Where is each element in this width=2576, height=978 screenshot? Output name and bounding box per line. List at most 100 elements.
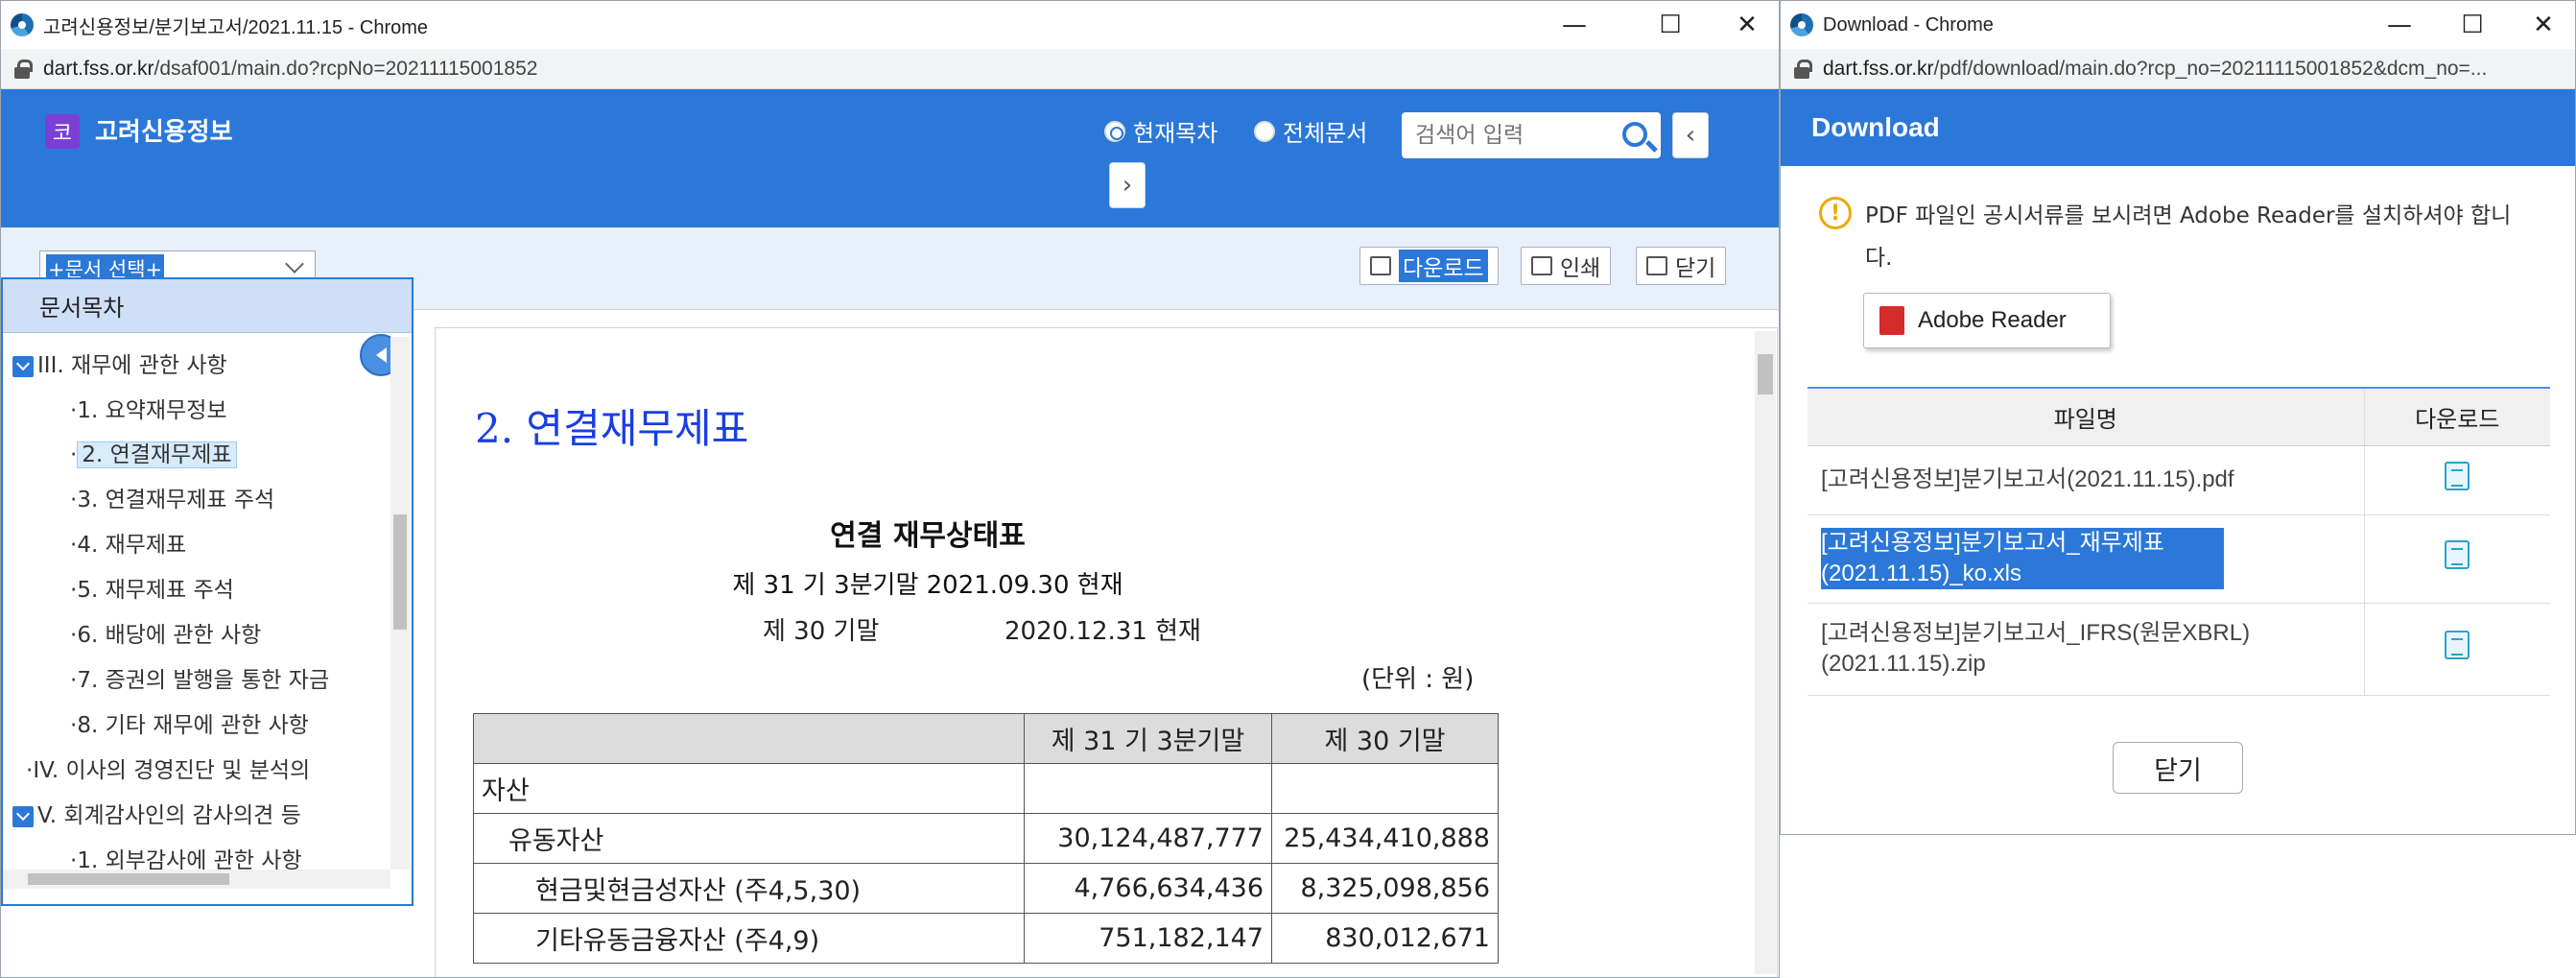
toc-panel: 문서목차 III. 재무에 관한 사항 ·1. 요약재무정보 · 2. 연결재무제… xyxy=(1,277,414,906)
toc-horizontal-scrollbar[interactable] xyxy=(3,870,390,889)
minimize-button[interactable]: — xyxy=(1541,1,1608,49)
adobe-notice: PDF 파일인 공시서류를 보시려면 Adobe Reader를 설치하셔야 합… xyxy=(1865,203,2512,271)
file-download-cell[interactable] xyxy=(2363,603,2550,696)
toc-item[interactable]: ·6. 배당에 관한 사항 xyxy=(70,616,261,649)
lock-icon xyxy=(1794,59,1812,79)
scroll-thumb[interactable] xyxy=(28,873,229,885)
radio-current-toc[interactable]: 현재목차 xyxy=(1104,114,1217,148)
toc-tree[interactable]: III. 재무에 관한 사항 ·1. 요약재무정보 · 2. 연결재무제표 ·3.… xyxy=(3,337,389,870)
close-button[interactable]: 닫기 xyxy=(2113,742,2243,794)
close-window-button[interactable]: ✕ xyxy=(2510,1,2575,49)
adobe-reader-button[interactable]: Adobe Reader xyxy=(1863,293,2111,348)
file-download-cell[interactable] xyxy=(2363,445,2550,515)
download-heading: Download xyxy=(1781,89,2575,166)
adobe-reader-label: Adobe Reader xyxy=(1918,307,2067,333)
radio-selected-icon[interactable] xyxy=(1104,120,1125,142)
minimize-button[interactable]: — xyxy=(2366,1,2433,49)
warning-icon: ! xyxy=(1819,197,1852,229)
address-bar[interactable]: dart.fss.or.kr/dsaf001/main.do?rcpNo=202… xyxy=(1,49,1779,89)
expand-icon[interactable] xyxy=(12,805,34,827)
row-label: 기타유동금융자산 (주4,9) xyxy=(473,913,1025,964)
download-header: 다운로드 xyxy=(2363,387,2550,446)
table-row: [고려신용정보]분기보고서_재무제표(2021.11.15)_ko.xls xyxy=(1808,514,2550,604)
toc-item[interactable]: ·7. 증권의 발행을 통한 자금 xyxy=(70,661,329,694)
toc-item[interactable]: ·8. 기타 재무에 관한 사항 xyxy=(70,706,309,739)
unit-label: (단위 : 원) xyxy=(1361,665,1475,694)
file-download-cell[interactable] xyxy=(2363,514,2550,604)
address-bar[interactable]: dart.fss.or.kr/pdf/download/main.do?rcp_… xyxy=(1781,49,2575,89)
table-header-row: 파일명 다운로드 xyxy=(1808,387,2550,446)
search-input[interactable] xyxy=(1415,123,1607,148)
header-cell xyxy=(473,713,1025,764)
table-header-row: 제 31 기 3분기말 제 30 기말 xyxy=(473,713,1499,764)
download-icon[interactable] xyxy=(2445,539,2470,569)
chevron-down-icon xyxy=(285,254,304,274)
header-cell: 제 30 기말 xyxy=(1271,713,1499,764)
site-logo[interactable]: 코 xyxy=(45,114,80,149)
row-label: 유동자산 xyxy=(473,813,1025,864)
toc-item[interactable]: ·5. 재무제표 주석 xyxy=(70,571,234,604)
printer-icon xyxy=(1531,256,1552,275)
value-cell: 4,766,634,436 xyxy=(1024,863,1272,914)
statement-title: 연결 재무상태표 xyxy=(830,519,1026,553)
print-label: 인쇄 xyxy=(1560,256,1601,281)
download-label: 다운로드 xyxy=(1399,250,1488,282)
document-scrollbar[interactable] xyxy=(1755,331,1776,974)
print-button[interactable]: 인쇄 xyxy=(1521,247,1612,285)
chrome-icon xyxy=(1790,13,1813,36)
file-link[interactable]: [고려신용정보]분기보고서_IFRS(원문XBRL)(2021.11.15).z… xyxy=(1808,603,2364,696)
header-cell: 제 31 기 3분기말 xyxy=(1024,713,1272,764)
prev-button[interactable]: ‹ xyxy=(1672,112,1709,158)
scroll-thumb[interactable] xyxy=(1758,354,1773,394)
scroll-thumb[interactable] xyxy=(393,514,407,630)
value-cell: 25,434,410,888 xyxy=(1271,813,1499,864)
table-row: [고려신용정보]분기보고서_IFRS(원문XBRL)(2021.11.15).z… xyxy=(1808,603,2550,696)
maximize-button[interactable]: ☐ xyxy=(1637,1,1704,49)
url-host: dart.fss.or.kr xyxy=(1823,57,1934,80)
download-icon[interactable] xyxy=(2445,630,2470,659)
period-prior-label: 제 30 기말 xyxy=(763,617,880,646)
file-table: 파일명 다운로드 [고려신용정보]분기보고서(2021.11.15).pdf [… xyxy=(1808,387,2550,696)
radio-all-docs[interactable]: 전체문서 xyxy=(1254,114,1367,148)
next-button[interactable]: › xyxy=(1109,162,1146,208)
download-button[interactable]: 다운로드 xyxy=(1359,247,1499,285)
toc-item-audit[interactable]: V. 회계감사인의 감사의견 등 xyxy=(12,797,301,829)
monitor-icon xyxy=(1370,256,1391,275)
url-path: /dsaf001/main.do?rcpNo=20211115001852 xyxy=(154,57,538,80)
value-cell: 8,325,098,856 xyxy=(1271,863,1499,914)
file-link-text[interactable]: [고려신용정보]분기보고서_IFRS(원문XBRL)(2021.11.15).z… xyxy=(1821,618,2281,680)
value-cell xyxy=(1271,763,1499,814)
company-name: 고려신용정보 xyxy=(95,118,233,147)
search-box[interactable] xyxy=(1402,112,1661,158)
chrome-icon xyxy=(11,13,34,36)
radio-unselected-icon[interactable] xyxy=(1254,120,1275,142)
file-link[interactable]: [고려신용정보]분기보고서(2021.11.15).pdf xyxy=(1808,445,2364,515)
download-icon[interactable] xyxy=(2445,461,2470,490)
window-title: 고려신용정보/분기보고서/2021.11.15 - Chrome xyxy=(43,16,429,38)
toc-item-finance[interactable]: III. 재무에 관한 사항 xyxy=(12,346,227,379)
balance-sheet-table: 제 31 기 3분기말 제 30 기말 자산 유동자산 30,124,487,7… xyxy=(473,713,1499,964)
window-title: Download - Chrome xyxy=(1823,13,1994,36)
toc-vertical-scrollbar[interactable] xyxy=(390,337,410,870)
expand-icon[interactable] xyxy=(12,355,34,377)
file-link[interactable]: [고려신용정보]분기보고서_재무제표(2021.11.15)_ko.xls xyxy=(1808,514,2364,604)
download-window: Download - Chrome — ☐ ✕ dart.fss.or.kr/p… xyxy=(1780,0,2576,835)
toc-item[interactable]: ·IV. 이사의 경영진단 및 분석의 xyxy=(26,751,310,784)
close-window-button[interactable]: ✕ xyxy=(1713,1,1779,49)
maximize-button[interactable]: ☐ xyxy=(2439,1,2506,49)
row-label: 현금및현금성자산 (주4,5,30) xyxy=(473,863,1025,914)
value-cell: 30,124,487,777 xyxy=(1024,813,1272,864)
toc-item[interactable]: ·4. 재무제표 xyxy=(70,526,186,559)
file-link-selected[interactable]: [고려신용정보]분기보고서_재무제표(2021.11.15)_ko.xls xyxy=(1821,528,2224,589)
toc-item[interactable]: ·1. 외부감사에 관한 사항 xyxy=(70,842,302,870)
toc-item-selected[interactable]: · 2. 연결재무제표 xyxy=(70,436,237,468)
url-path: /pdf/download/main.do?rcp_no=20211115001… xyxy=(1933,57,2488,80)
title-bar: 고려신용정보/분기보고서/2021.11.15 - Chrome xyxy=(1,1,1779,49)
toc-item[interactable]: ·3. 연결재무제표 주석 xyxy=(70,481,274,513)
close-doc-button[interactable]: 닫기 xyxy=(1636,247,1727,285)
toc-item[interactable]: ·1. 요약재무정보 xyxy=(70,392,227,424)
pdf-icon xyxy=(1879,306,1904,335)
row-label: 자산 xyxy=(473,763,1025,814)
search-icon[interactable] xyxy=(1622,122,1647,147)
close-doc-label: 닫기 xyxy=(1675,256,1716,281)
